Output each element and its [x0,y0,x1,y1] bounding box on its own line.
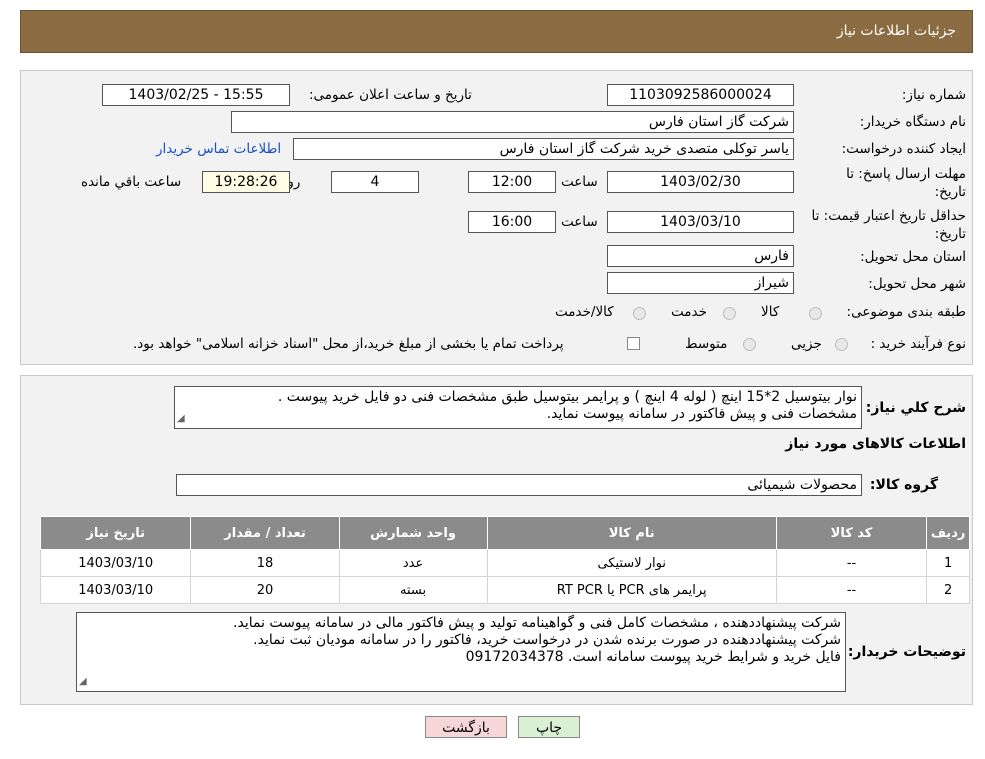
table-row: 1 -- نوار لاستیکی عدد 18 1403/03/10 [39,549,970,577]
table-row: 2 -- پرایمر های PCR یا RT PCR بسته 20 14… [39,576,970,604]
col-unit-header: واحد شمارش [338,516,488,550]
col-qty-header: تعداد / مقدار [190,516,340,550]
cell-date: 1403/03/10 [39,576,192,604]
col-code-header: کد کالا [775,516,928,550]
requester-field[interactable]: یاسر توکلی متصدی خرید شرکت گاز استان فار… [293,138,794,160]
deadline-time-field[interactable]: 12:00 [468,171,556,193]
goods-section-title: اطلاعات کالاهای مورد نیاز [785,436,966,452]
deadline-time-label: ساعت [561,174,598,190]
need-number-label: شماره نیاز: [901,87,966,103]
validity-time-label: ساعت [561,214,598,230]
buyer-notes-label: توضیحات خریدار: [847,644,966,660]
remaining-label: ساعت باقي مانده [81,174,182,190]
category-goods-radio[interactable] [809,307,822,320]
cell-code: -- [775,576,928,604]
goods-table: ردیف کد کالا نام کالا واحد شمارش تعداد /… [39,516,970,604]
remaining-days-field[interactable]: 4 [331,171,419,193]
cell-unit: عدد [338,549,488,577]
category-goods-service-radio[interactable] [633,307,646,320]
page-title: جزئیات اطلاعات نیاز [836,23,956,39]
cell-code: -- [775,549,928,577]
col-date-header: تاریخ نیاز [39,516,192,550]
deadline-label: مهلت ارسال پاسخ: تا [846,166,966,182]
announce-datetime-field[interactable]: 1403/02/25 - 15:55 [102,84,290,106]
validity-label: حداقل تاریخ اعتبار قیمت: تا [811,208,966,224]
page-header: جزئیات اطلاعات نیاز [20,10,973,53]
goods-panel: شرح كلي نياز: نوار بیتوسیل 2*15 اینچ ( ل… [20,375,973,705]
process-minor-label: جزیی [791,336,822,352]
city-label: شهر محل تحویل: [868,276,966,292]
need-number-field[interactable]: 1103092586000024 [607,84,794,106]
process-minor-radio[interactable] [835,338,848,351]
cell-row: 1 [926,549,970,577]
cell-name: پرایمر های PCR یا RT PCR [486,576,777,604]
category-label: طبقه بندی موضوعی: [846,304,966,320]
cell-date: 1403/03/10 [39,549,192,577]
buyer-contact-link[interactable]: اطلاعات تماس خریدار [156,141,281,157]
back-button[interactable]: بازگشت [425,716,507,738]
cell-qty: 18 [190,549,340,577]
goods-group-label: گروه کالا: [869,477,938,493]
category-goods-label: کالا [761,304,780,320]
summary-line: نوار بیتوسیل 2*15 اینچ ( لوله 4 اینچ ) و… [277,389,857,405]
province-label: استان محل تحویل: [860,249,966,265]
deadline-date-field[interactable]: 1403/02/30 [607,171,794,193]
goods-group-field[interactable]: محصولات شیمیائی [176,474,862,496]
city-field[interactable]: شیراز [607,272,794,294]
cell-row: 2 [926,576,970,604]
announce-label: تاریخ و ساعت اعلان عمومی: [309,87,472,103]
col-row-header: ردیف [926,516,970,550]
summary-line: مشخصات فنی و پیش فاکتور در سامانه پیوست … [546,406,857,422]
goods-table-header: ردیف کد کالا نام کالا واحد شمارش تعداد /… [39,516,970,550]
process-medium-radio[interactable] [743,338,756,351]
validity-label-2: تاریخ: [934,226,966,242]
process-label: نوع فرآیند خرید : [870,336,966,352]
cell-name: نوار لاستیکی [486,549,777,577]
deadline-label-2: تاریخ: [934,184,966,200]
remaining-time-field[interactable]: 19:28:26 [202,171,290,193]
col-name-header: نام کالا [486,516,777,550]
process-medium-label: متوسط [685,336,728,352]
notes-line: فایل خرید و شرایط خرید پیوست سامانه است.… [465,649,841,665]
notes-line: شرکت پیشنهاددهنده در صورت برنده شدن در د… [253,632,841,648]
cell-qty: 20 [190,576,340,604]
notes-line: شرکت پیشنهاددهنده ، مشخصات کامل فنی و گو… [233,615,841,631]
print-button[interactable]: چاپ [518,716,580,738]
category-service-label: خدمت [671,304,707,320]
details-panel: شماره نیاز: 1103092586000024 تاریخ و ساع… [20,70,973,365]
category-goods-service-label: کالا/خدمت [555,304,614,320]
validity-date-field[interactable]: 1403/03/10 [607,211,794,233]
treasury-payment-note: پرداخت تمام یا بخشی از مبلغ خرید،از محل … [133,336,564,352]
requester-label: ایجاد کننده درخواست: [841,141,966,157]
province-field[interactable]: فارس [607,245,794,267]
treasury-payment-checkbox[interactable] [627,337,640,350]
buyer-org-field[interactable]: شرکت گاز استان فارس [231,111,794,133]
buyer-org-label: نام دستگاه خریدار: [859,114,966,130]
resize-grip-icon[interactable]: ◢ [79,673,87,690]
summary-label: شرح كلي نياز: [865,400,966,416]
summary-textarea[interactable]: نوار بیتوسیل 2*15 اینچ ( لوله 4 اینچ ) و… [174,386,862,429]
buyer-notes-textarea[interactable]: شرکت پیشنهاددهنده ، مشخصات کامل فنی و گو… [76,612,846,692]
category-service-radio[interactable] [723,307,736,320]
resize-grip-icon[interactable]: ◢ [177,410,185,427]
cell-unit: بسته [338,576,488,604]
validity-time-field[interactable]: 16:00 [468,211,556,233]
